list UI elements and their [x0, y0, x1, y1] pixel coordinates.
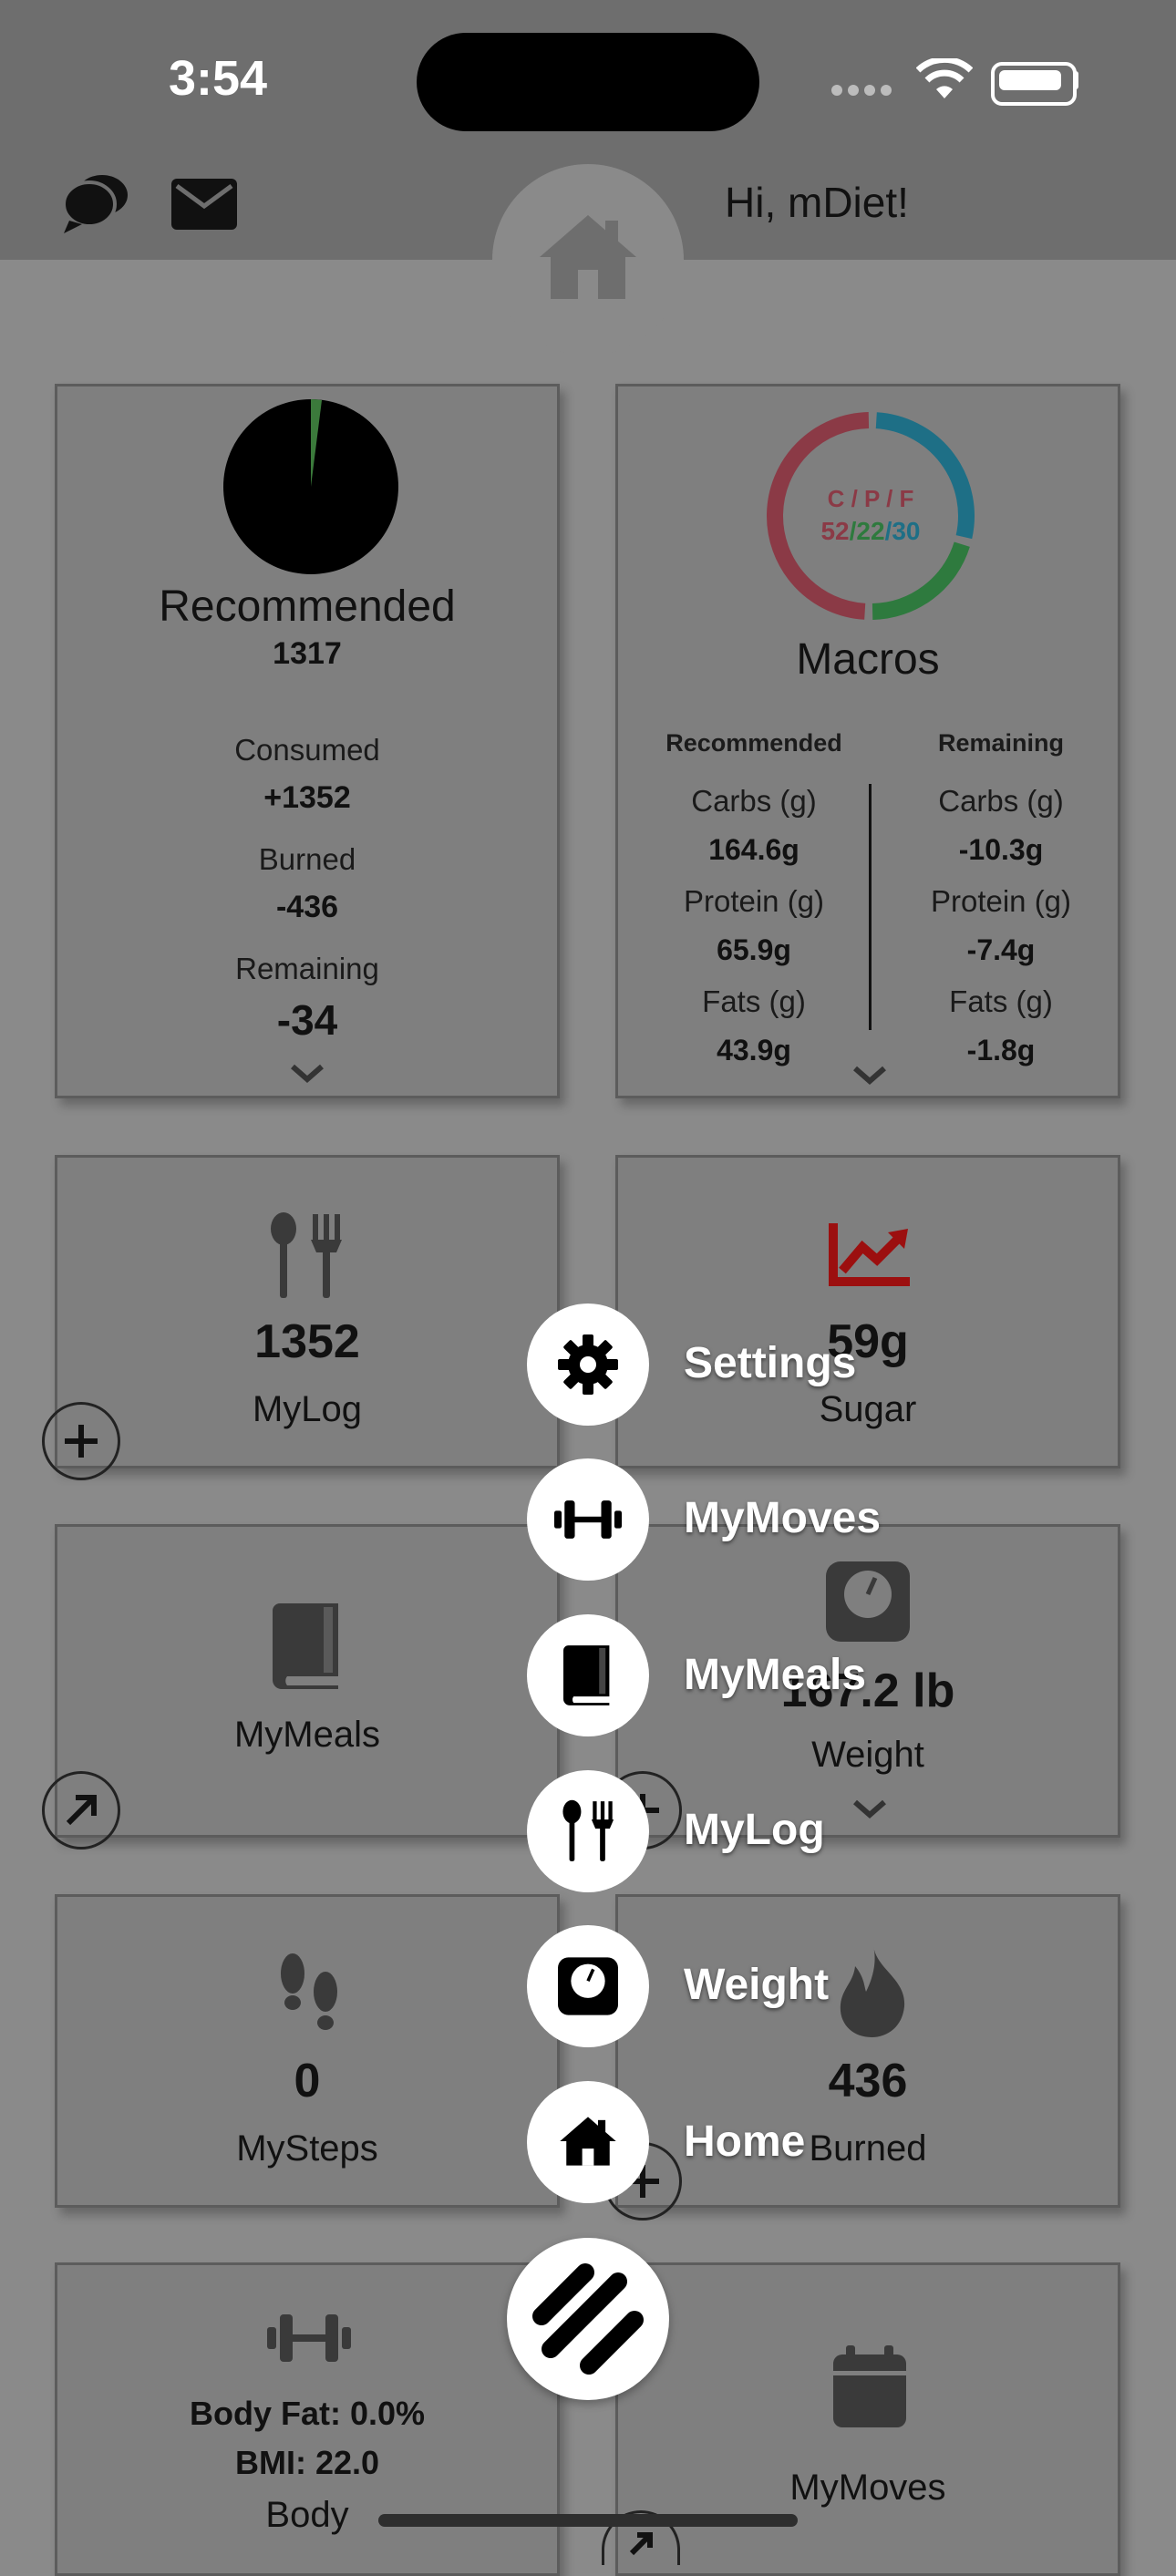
open-meals-button[interactable]: [42, 1771, 120, 1850]
rem-fats-value: -1.8g: [966, 1034, 1036, 1066]
rec-fats-label: Fats (g): [702, 984, 806, 1018]
home-tab-icon[interactable]: [536, 211, 640, 303]
menu-mymoves-label[interactable]: MyMoves: [684, 1493, 881, 1543]
macros-remaining-header: Remaining: [937, 729, 1065, 757]
home-indicator[interactable]: [378, 2514, 798, 2527]
menu-settings-label[interactable]: Settings: [684, 1338, 856, 1388]
sugar-label: Sugar: [819, 1389, 917, 1429]
mysteps-value: 0: [294, 2055, 321, 2107]
ring-protein-value: 22: [856, 517, 884, 545]
consumed-value: +1352: [263, 780, 351, 815]
battery-tip: [1073, 71, 1078, 89]
battery-icon: [991, 62, 1077, 106]
mysteps-label: MySteps: [236, 2128, 378, 2169]
ring-carbs-segment: [767, 412, 870, 620]
greeting-text: Hi, mDiet!: [725, 179, 909, 226]
mymeals-tile[interactable]: MyMeals: [55, 1524, 560, 1838]
menu-mymeals-button[interactable]: [527, 1614, 649, 1736]
dumbbell-icon: [267, 2314, 351, 2362]
trending-up-chart-icon: [829, 1223, 910, 1286]
ring-protein-segment: [872, 541, 970, 620]
menu-weight-button[interactable]: [527, 1925, 649, 2047]
status-time: 3:54: [169, 51, 268, 106]
chevron-down-icon[interactable]: [851, 1065, 888, 1087]
macros-card[interactable]: C / P / F 52/22/30 Macros Recommended Re…: [615, 384, 1120, 1098]
burned-value: 436: [828, 2055, 908, 2107]
rem-fats-label: Fats (g): [949, 984, 1053, 1018]
wifi-icon: [916, 58, 973, 98]
rem-protein-value: -7.4g: [966, 933, 1036, 966]
add-log-button[interactable]: [42, 1402, 120, 1480]
menu-mylog-label[interactable]: MyLog: [684, 1805, 825, 1855]
recommended-value: 1317: [273, 636, 342, 671]
rem-carbs-value: -10.3g: [958, 833, 1044, 866]
menu-home-label[interactable]: Home: [684, 2117, 805, 2167]
calorie-pie-chart: [223, 399, 398, 574]
mymoves-tile[interactable]: MyMoves: [615, 2262, 1120, 2576]
menu-weight-label[interactable]: Weight: [684, 1960, 829, 2010]
rec-fats-value: 43.9g: [717, 1034, 791, 1066]
ring-carbs-value: 52: [820, 517, 849, 545]
footprints-icon: [281, 1953, 337, 2030]
macros-recommended-header: Recommended: [665, 729, 842, 757]
remaining-value: -34: [276, 996, 338, 1044]
mylog-value: 1352: [254, 1315, 360, 1368]
menu-settings-button[interactable]: [527, 1303, 649, 1426]
utensils-icon: [562, 1799, 614, 1861]
chevron-down-icon[interactable]: [851, 1798, 888, 1820]
burned-label: Burned: [258, 842, 356, 876]
menu-home-button[interactable]: [527, 2081, 649, 2203]
utensils-icon: [271, 1212, 342, 1298]
macros-title: Macros: [796, 635, 940, 684]
menu-toggle-button[interactable]: [507, 2238, 669, 2400]
dumbbell-icon: [554, 1500, 622, 1539]
gear-icon: [558, 1334, 618, 1395]
rec-protein-label: Protein (g): [683, 884, 825, 918]
rec-protein-value: 65.9g: [717, 933, 791, 966]
bmi-value: BMI: 22.0: [234, 2444, 380, 2481]
macros-ring-chart: C / P / F 52/22/30: [767, 412, 975, 620]
scale-icon: [558, 1957, 618, 2015]
calendar-icon: [833, 2345, 906, 2427]
weight-label: Weight: [811, 1735, 924, 1775]
plus-icon: [65, 1425, 98, 1458]
scale-icon: [826, 1561, 910, 1642]
burned-value: -436: [275, 890, 339, 924]
home-icon: [560, 2117, 616, 2166]
mylog-tile[interactable]: 1352 MyLog: [55, 1155, 560, 1468]
calorie-card[interactable]: Recommended 1317 Consumed +1352 Burned -…: [55, 384, 560, 1098]
consumed-label: Consumed: [234, 733, 380, 767]
sugar-tile[interactable]: 59g Sugar: [615, 1155, 1120, 1468]
rec-carbs-label: Carbs (g): [691, 784, 817, 818]
mymoves-label: MyMoves: [789, 2468, 946, 2508]
book-icon: [273, 1603, 338, 1689]
recommended-title: Recommended: [159, 582, 456, 631]
arrow-up-right-icon: [66, 1795, 97, 1826]
macros-ring-values: 52/22/30: [820, 517, 920, 545]
mail-icon[interactable]: [171, 179, 237, 230]
chat-icon[interactable]: [60, 173, 129, 235]
rem-protein-label: Protein (g): [930, 884, 1072, 918]
remaining-label: Remaining: [235, 952, 379, 985]
rem-carbs-label: Carbs (g): [938, 784, 1064, 818]
macros-ring-label: C / P / F: [828, 485, 914, 512]
menu-mymeals-label[interactable]: MyMeals: [684, 1650, 866, 1700]
dynamic-island: [417, 33, 759, 131]
menu-mymoves-button[interactable]: [527, 1458, 649, 1581]
body-tile[interactable]: Body Fat: 0.0% BMI: 22.0 Body: [55, 2262, 560, 2576]
ring-fats-value: 30: [892, 517, 920, 545]
mymeals-label: MyMeals: [233, 1715, 381, 1755]
mylog-label: MyLog: [252, 1389, 363, 1429]
book-icon: [563, 1645, 610, 1705]
rec-carbs-value: 164.6g: [708, 833, 799, 866]
flame-icon: [840, 1946, 905, 2037]
mysteps-tile[interactable]: 0 MySteps: [55, 1894, 560, 2208]
cellular-signal-icon: [831, 84, 897, 100]
body-fat-value: Body Fat: 0.0%: [189, 2395, 426, 2432]
stripes-menu-icon: [532, 2263, 644, 2375]
menu-mylog-button[interactable]: [527, 1770, 649, 1892]
chevron-down-icon[interactable]: [289, 1063, 325, 1085]
